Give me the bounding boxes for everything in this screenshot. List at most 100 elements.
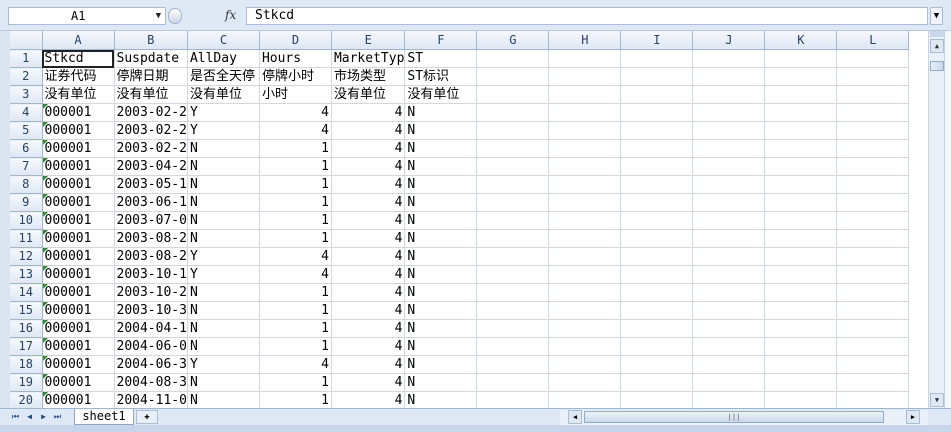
cell-g5[interactable] (476, 121, 550, 140)
cell-b19[interactable]: 2004-08-3 (114, 373, 188, 392)
cell-c13[interactable]: Y (187, 265, 260, 284)
cell-j20[interactable] (692, 391, 766, 408)
next-sheet-icon[interactable]: ▶ (38, 411, 49, 423)
cell-b6[interactable]: 2003-02-2 (114, 139, 188, 158)
cell-k4[interactable] (764, 103, 838, 122)
cell-j2[interactable] (692, 67, 766, 86)
cell-l5[interactable] (836, 121, 910, 140)
cell-d18[interactable]: 4 (259, 355, 332, 374)
cell-l10[interactable] (836, 211, 910, 230)
cell-a9[interactable]: 000001 (42, 193, 115, 212)
cell-h16[interactable] (548, 319, 622, 338)
cell-d7[interactable]: 1 (259, 157, 332, 176)
cell-g9[interactable] (476, 193, 550, 212)
cell-i2[interactable] (620, 67, 694, 86)
row-header[interactable]: 4 (10, 103, 43, 122)
cell-i12[interactable] (620, 247, 694, 266)
cell-e4[interactable]: 4 (331, 103, 406, 122)
column-header-b[interactable]: B (114, 31, 188, 50)
cell-f15[interactable]: N (404, 301, 478, 320)
cell-h12[interactable] (548, 247, 622, 266)
cell-k1[interactable] (764, 49, 838, 68)
cell-e7[interactable]: 4 (331, 157, 406, 176)
cell-e8[interactable]: 4 (331, 175, 406, 194)
cell-f19[interactable]: N (404, 373, 478, 392)
formula-bar-grip[interactable] (168, 8, 182, 24)
cell-h15[interactable] (548, 301, 622, 320)
cell-j5[interactable] (692, 121, 766, 140)
cell-k10[interactable] (764, 211, 838, 230)
formula-input[interactable]: Stkcd (246, 7, 928, 25)
cell-a2[interactable]: 证券代码 (42, 67, 115, 86)
cell-j16[interactable] (692, 319, 766, 338)
cell-e14[interactable]: 4 (331, 283, 406, 302)
cell-b1[interactable]: Suspdate (114, 49, 188, 68)
column-header-j[interactable]: J (692, 31, 766, 50)
cell-d15[interactable]: 1 (259, 301, 332, 320)
cell-h20[interactable] (548, 391, 622, 408)
cell-l6[interactable] (836, 139, 910, 158)
cell-g4[interactable] (476, 103, 550, 122)
cell-k16[interactable] (764, 319, 838, 338)
cell-h17[interactable] (548, 337, 622, 356)
cell-k3[interactable] (764, 85, 838, 104)
horizontal-scroll-thumb[interactable]: ||| (584, 411, 884, 423)
cell-j3[interactable] (692, 85, 766, 104)
cell-e13[interactable]: 4 (331, 265, 406, 284)
cell-d19[interactable]: 1 (259, 373, 332, 392)
cell-i4[interactable] (620, 103, 694, 122)
cell-l17[interactable] (836, 337, 910, 356)
column-header-g[interactable]: G (476, 31, 550, 50)
cell-e16[interactable]: 4 (331, 319, 406, 338)
cell-c1[interactable]: AllDay (187, 49, 260, 68)
cell-g20[interactable] (476, 391, 550, 408)
cell-a7[interactable]: 000001 (42, 157, 115, 176)
cell-j4[interactable] (692, 103, 766, 122)
cell-c16[interactable]: N (187, 319, 260, 338)
cell-j7[interactable] (692, 157, 766, 176)
cell-i7[interactable] (620, 157, 694, 176)
cell-a11[interactable]: 000001 (42, 229, 115, 248)
cell-a16[interactable]: 000001 (42, 319, 115, 338)
cell-h11[interactable] (548, 229, 622, 248)
cell-k11[interactable] (764, 229, 838, 248)
cell-b17[interactable]: 2004-06-0 (114, 337, 188, 356)
cell-e17[interactable]: 4 (331, 337, 406, 356)
row-header[interactable]: 17 (10, 337, 43, 356)
cell-h3[interactable] (548, 85, 622, 104)
cell-e20[interactable]: 4 (331, 391, 406, 408)
cell-d2[interactable]: 停牌小时 (259, 67, 332, 86)
cell-f16[interactable]: N (404, 319, 478, 338)
row-header[interactable]: 12 (10, 247, 43, 266)
cell-b20[interactable]: 2004-11-0 (114, 391, 188, 408)
cell-g2[interactable] (476, 67, 550, 86)
cell-b15[interactable]: 2003-10-3 (114, 301, 188, 320)
cell-k17[interactable] (764, 337, 838, 356)
cell-h14[interactable] (548, 283, 622, 302)
cell-e2[interactable]: 市场类型 (331, 67, 406, 86)
cell-g14[interactable] (476, 283, 550, 302)
cell-j6[interactable] (692, 139, 766, 158)
row-header[interactable]: 8 (10, 175, 43, 194)
cell-a15[interactable]: 000001 (42, 301, 115, 320)
cell-e10[interactable]: 4 (331, 211, 406, 230)
cell-c7[interactable]: N (187, 157, 260, 176)
cell-i3[interactable] (620, 85, 694, 104)
cell-i14[interactable] (620, 283, 694, 302)
cell-d10[interactable]: 1 (259, 211, 332, 230)
cell-a17[interactable]: 000001 (42, 337, 115, 356)
cell-b13[interactable]: 2003-10-1 (114, 265, 188, 284)
cell-j8[interactable] (692, 175, 766, 194)
cell-g8[interactable] (476, 175, 550, 194)
cell-i19[interactable] (620, 373, 694, 392)
cell-e15[interactable]: 4 (331, 301, 406, 320)
insert-sheet-icon[interactable]: ✚ (136, 410, 158, 424)
cell-g18[interactable] (476, 355, 550, 374)
cell-h5[interactable] (548, 121, 622, 140)
scroll-left-button[interactable]: ◀ (568, 410, 582, 424)
cell-c6[interactable]: N (187, 139, 260, 158)
split-handle[interactable] (930, 31, 944, 37)
scroll-up-button[interactable]: ▲ (930, 39, 944, 53)
cell-j1[interactable] (692, 49, 766, 68)
column-header-f[interactable]: F (404, 31, 478, 50)
